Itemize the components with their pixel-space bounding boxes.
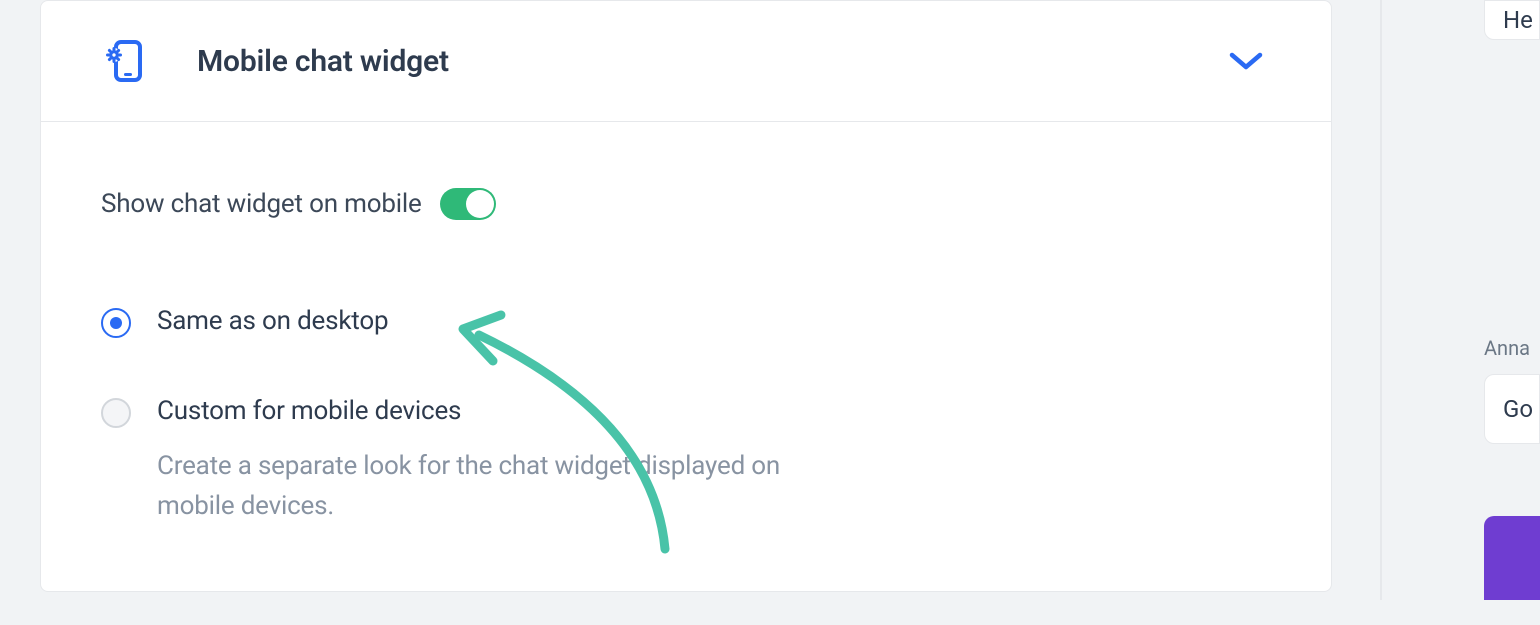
mobile-chat-widget-panel: Mobile chat widget Show chat widget on m… bbox=[40, 0, 1332, 592]
panel-header[interactable]: Mobile chat widget bbox=[41, 1, 1331, 122]
panel-title: Mobile chat widget bbox=[197, 44, 1229, 79]
show-widget-toggle-row: Show chat widget on mobile bbox=[101, 188, 1271, 220]
preview-top-card: He bbox=[1484, 0, 1540, 40]
radio-content: Custom for mobile devices Create a separ… bbox=[157, 396, 1271, 527]
radio-label-same-as-desktop: Same as on desktop bbox=[157, 306, 1271, 336]
widget-mode-radio-group: Same as on desktop Custom for mobile dev… bbox=[101, 306, 1271, 527]
preview-top-text: He bbox=[1503, 6, 1533, 34]
preview-mid-text: Go bbox=[1503, 395, 1533, 423]
preview-mid-card: Go bbox=[1484, 374, 1540, 444]
radio-same-as-desktop[interactable] bbox=[101, 308, 131, 338]
vertical-divider bbox=[1380, 0, 1382, 600]
radio-label-custom-mobile: Custom for mobile devices bbox=[157, 396, 1271, 426]
preview-name-label: Anna bbox=[1484, 336, 1530, 360]
right-preview-area: He Anna Go bbox=[1384, 0, 1540, 600]
radio-custom-mobile[interactable] bbox=[101, 398, 131, 428]
toggle-knob bbox=[466, 190, 494, 218]
panel-body: Show chat widget on mobile Same as on de… bbox=[41, 122, 1331, 625]
mobile-gear-icon bbox=[101, 39, 145, 83]
radio-description-custom-mobile: Create a separate look for the chat widg… bbox=[157, 446, 837, 527]
chevron-down-icon[interactable] bbox=[1229, 51, 1263, 71]
show-widget-label: Show chat widget on mobile bbox=[101, 189, 422, 219]
radio-content: Same as on desktop bbox=[157, 306, 1271, 336]
show-widget-toggle[interactable] bbox=[440, 188, 496, 220]
radio-row-custom-mobile[interactable]: Custom for mobile devices Create a separ… bbox=[101, 396, 1271, 527]
radio-row-same-as-desktop[interactable]: Same as on desktop bbox=[101, 306, 1271, 338]
preview-purple-block bbox=[1484, 516, 1540, 600]
